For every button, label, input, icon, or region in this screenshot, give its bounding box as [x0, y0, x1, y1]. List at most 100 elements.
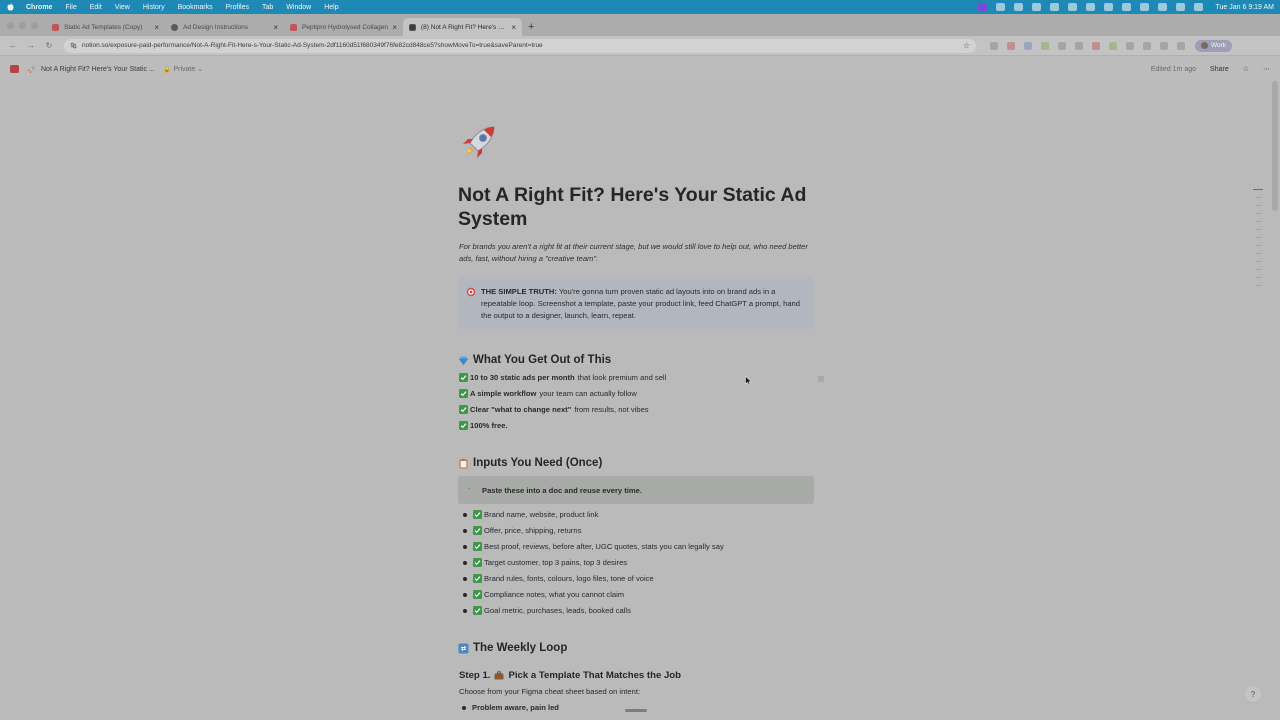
minimize-window-button[interactable] — [19, 21, 26, 29]
bullet-dot — [463, 560, 467, 565]
repeat-icon — [458, 643, 469, 653]
tray-app-icon[interactable] — [1085, 3, 1095, 11]
menu-edit[interactable]: Edit — [90, 4, 102, 11]
tray-app-icon[interactable] — [1013, 3, 1023, 11]
page-rocket-icon[interactable] — [458, 123, 498, 163]
list-item[interactable]: 100% free. — [459, 421, 511, 430]
profile-button[interactable]: Work — [1195, 39, 1233, 52]
heading-weekly-loop[interactable]: The Weekly Loop — [458, 642, 567, 654]
extension-icon[interactable] — [990, 41, 998, 50]
step-heading[interactable]: Step 1. Pick a Template That Matches the… — [459, 670, 681, 681]
breadcrumb-page-title[interactable]: Not A Right Fit? Here's Your Static ... — [41, 66, 155, 73]
back-button[interactable]: ← — [6, 41, 20, 50]
menu-help[interactable]: Help — [324, 4, 338, 11]
search-icon[interactable] — [1175, 3, 1185, 11]
tray-app-icon[interactable] — [1067, 3, 1077, 11]
bullet-item[interactable]: Goal metric, purchases, leads, booked ca… — [463, 606, 631, 615]
tray-app-icon[interactable] — [1031, 3, 1041, 11]
vertical-scrollbar[interactable] — [1272, 81, 1278, 211]
extension-icon[interactable] — [1126, 41, 1134, 50]
sidebar-toggle-icon[interactable] — [10, 65, 19, 73]
bullet-text: Brand name, website, product link — [484, 510, 599, 519]
menu-tab[interactable]: Tab — [262, 4, 273, 11]
extension-icon[interactable] — [1109, 41, 1117, 50]
tray-app-icon[interactable] — [1139, 3, 1149, 11]
menu-file[interactable]: File — [65, 4, 76, 11]
menu-profiles[interactable]: Profiles — [226, 4, 249, 11]
close-tab-icon[interactable]: × — [511, 23, 516, 32]
browser-tab[interactable]: Peptipro Hydrolysed Collagen × — [284, 18, 403, 36]
heading-what-you-get[interactable]: What You Get Out of This — [458, 354, 611, 366]
sidepanel-icon[interactable] — [1177, 41, 1185, 50]
list-item[interactable]: 10 to 30 static ads per month that look p… — [459, 373, 666, 382]
tray-app-icon[interactable] — [1103, 3, 1113, 11]
menu-clock[interactable]: Tue Jan 6 9:19 AM — [1216, 4, 1275, 11]
site-info-icon[interactable] — [70, 42, 77, 49]
extension-icon[interactable] — [1058, 41, 1066, 50]
forward-button[interactable]: → — [24, 41, 38, 50]
tray-app-icon[interactable] — [1121, 3, 1131, 11]
more-options-icon[interactable]: ⋯ — [1263, 65, 1270, 73]
close-tab-icon[interactable]: × — [273, 23, 278, 32]
help-button-icon[interactable]: ? — [1245, 686, 1261, 702]
favorite-star-icon[interactable]: ☆ — [1243, 65, 1249, 73]
checkmark-icon — [473, 510, 482, 519]
heading-inputs[interactable]: Inputs You Need (Once) — [458, 457, 602, 469]
tray-app-icon[interactable] — [995, 3, 1005, 11]
maximize-window-button[interactable] — [31, 21, 38, 29]
checkmark-icon — [459, 373, 468, 382]
browser-tab[interactable]: Ad Design Instructions × — [165, 18, 284, 36]
wifi-icon[interactable] — [1157, 3, 1167, 11]
block-drag-handle-icon[interactable] — [818, 376, 824, 382]
bullet-item[interactable]: Problem aware, pain led — [462, 703, 559, 712]
close-tab-icon[interactable]: × — [392, 23, 397, 32]
browser-tab[interactable]: Static Ad Templates (Copy) × — [46, 18, 165, 36]
apple-icon[interactable] — [6, 3, 14, 11]
menu-bookmarks[interactable]: Bookmarks — [178, 4, 213, 11]
toc-active-marker[interactable] — [1253, 189, 1263, 190]
bullet-item[interactable]: Offer, price, shipping, returns — [463, 526, 581, 535]
list-item[interactable]: Clear "what to change next" from results,… — [459, 405, 649, 414]
close-tab-icon[interactable]: × — [154, 23, 159, 32]
download-icon[interactable] — [1160, 41, 1168, 50]
page-title[interactable]: Not A Right Fit? Here's Your Static Ad S… — [458, 183, 818, 231]
horizontal-scroll-indicator[interactable] — [625, 709, 647, 712]
step-description[interactable]: Choose from your Figma cheat sheet based… — [459, 687, 640, 696]
bullet-item[interactable]: Brand rules, fonts, colours, logo files,… — [463, 574, 654, 583]
url-text[interactable]: notion.so/exposure-paid-performance/Not-… — [82, 42, 963, 49]
macos-menu-bar: Chrome File Edit View History Bookmarks … — [0, 0, 1280, 14]
table-of-contents-minimap[interactable] — [1256, 197, 1262, 293]
list-item[interactable]: A simple workflow your team can actually … — [459, 389, 637, 398]
visibility-label[interactable]: 🔒 Private ⌄ — [163, 65, 203, 73]
bullet-item[interactable]: Best proof, reviews, before after, UGC q… — [463, 542, 724, 551]
extension-icon[interactable] — [1075, 41, 1083, 50]
menu-view[interactable]: View — [115, 4, 130, 11]
callout-reuse-box[interactable]: · Paste these into a doc and reuse every… — [458, 476, 814, 504]
new-tab-button[interactable]: + — [528, 18, 534, 36]
extension-icon[interactable] — [1024, 41, 1032, 50]
extensions-puzzle-icon[interactable] — [1143, 41, 1151, 50]
callout-block[interactable]: THE SIMPLE TRUTH: You're gonna turn prov… — [458, 277, 814, 329]
checkmark-icon — [459, 405, 468, 414]
item-bold: 10 to 30 static ads per month — [470, 373, 575, 382]
extension-icon[interactable] — [1007, 41, 1015, 50]
extension-icon[interactable] — [1092, 41, 1100, 50]
screen-record-icon[interactable] — [977, 3, 987, 11]
bullet-item[interactable]: Brand name, website, product link — [463, 510, 598, 519]
bookmark-star-icon[interactable]: ☆ — [963, 41, 970, 50]
control-center-icon[interactable] — [1193, 3, 1203, 11]
menu-history[interactable]: History — [143, 4, 165, 11]
menu-app-name[interactable]: Chrome — [26, 4, 52, 11]
tray-app-icon[interactable] — [1049, 3, 1059, 11]
address-bar[interactable]: notion.so/exposure-paid-performance/Not-… — [64, 38, 976, 53]
mouse-cursor-icon — [745, 376, 753, 386]
reload-button[interactable]: ↻ — [42, 41, 56, 50]
menu-window[interactable]: Window — [286, 4, 311, 11]
bullet-item[interactable]: Target customer, top 3 pains, top 3 desi… — [463, 558, 627, 567]
page-subtitle[interactable]: For brands you aren't a right fit at the… — [459, 241, 809, 265]
bullet-item[interactable]: Compliance notes, what you cannot claim — [463, 590, 624, 599]
extension-icon[interactable] — [1041, 41, 1049, 50]
share-button[interactable]: Share — [1210, 66, 1229, 73]
close-window-button[interactable] — [7, 21, 14, 29]
browser-tab-active[interactable]: (8) Not A Right Fit? Here's Your × — [403, 18, 522, 36]
